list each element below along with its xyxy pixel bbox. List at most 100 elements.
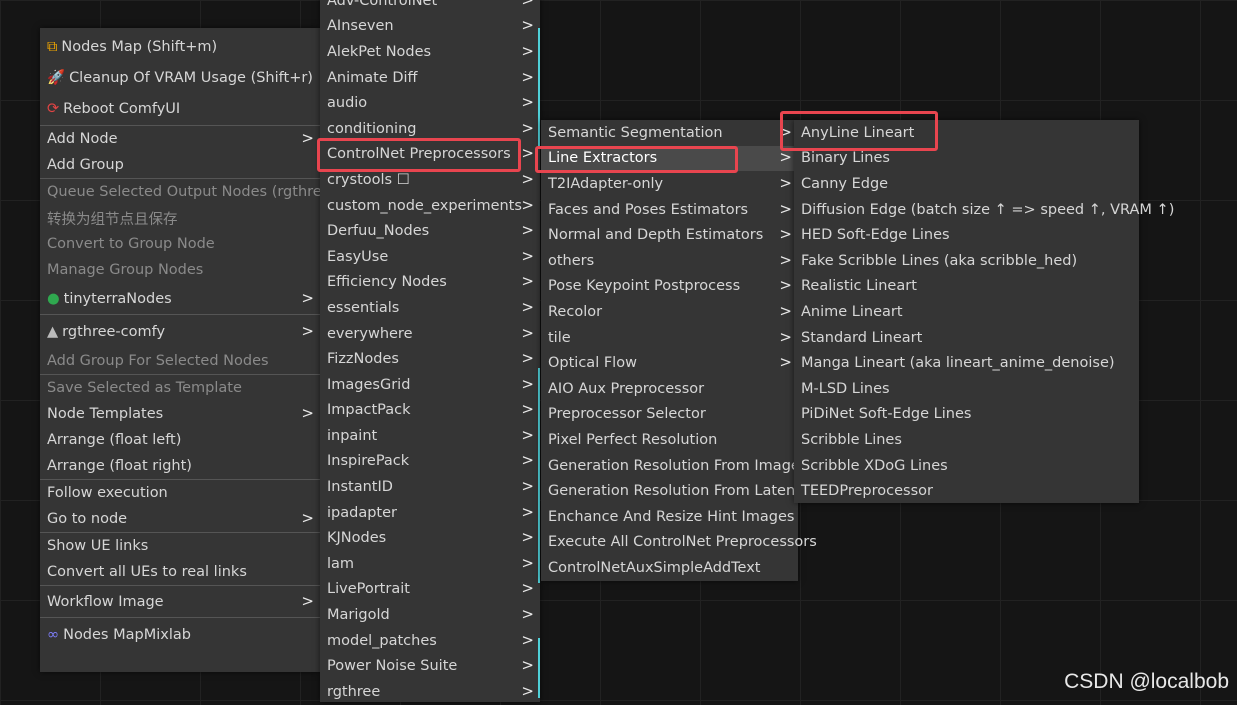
preprocessor-optical-flow[interactable]: Optical Flow >: [541, 350, 798, 376]
scroll-accent: [538, 368, 540, 498]
preprocessor-normal-and-depth-estimators[interactable]: Normal and Depth Estimators >: [541, 222, 798, 248]
chevron-right-icon: >: [779, 199, 792, 218]
line-extractor-hed-soft-edge-lines[interactable]: HED Soft-Edge Lines: [794, 222, 1139, 248]
menu-item-nodes-map-shift-m[interactable]: ⧉ Nodes Map (Shift+m): [40, 31, 320, 62]
category-fizznodes[interactable]: FizzNodes >: [320, 346, 540, 372]
preprocessor-others[interactable]: others >: [541, 248, 798, 274]
preprocessor-pixel-perfect-resolution[interactable]: Pixel Perfect Resolution: [541, 427, 798, 453]
menu-item-rgthree-comfy[interactable]: ▲ rgthree-comfy >: [40, 315, 320, 348]
preprocessor-semantic-segmentation[interactable]: Semantic Segmentation >: [541, 120, 798, 146]
preprocessor-tile[interactable]: tile >: [541, 325, 798, 351]
category-ainseven[interactable]: AInseven >: [320, 14, 540, 40]
category-conditioning[interactable]: conditioning >: [320, 116, 540, 142]
menu-item-arrange-float-left[interactable]: Arrange (float left): [40, 427, 320, 453]
preprocessor-generation-resolution-from-image[interactable]: Generation Resolution From Image: [541, 453, 800, 479]
category-lam[interactable]: lam >: [320, 551, 540, 577]
category-kjnodes[interactable]: KJNodes >: [320, 525, 540, 551]
line-extractor-fake-scribble-lines-aka-scribble-hed[interactable]: Fake Scribble Lines (aka scribble_hed): [794, 248, 1139, 274]
category-adv-controlnet[interactable]: Adv-ControlNet >: [320, 0, 540, 14]
category-marigold[interactable]: Marigold >: [320, 602, 540, 628]
preprocessor-line-extractors[interactable]: Line Extractors >: [541, 145, 798, 172]
category-essentials[interactable]: essentials >: [320, 295, 540, 321]
menu-item-add-group[interactable]: Add Group: [40, 152, 320, 178]
category-derfuu-nodes[interactable]: Derfuu_Nodes >: [320, 218, 540, 244]
preprocessor-generation-resolution-from-latent[interactable]: Generation Resolution From Latent: [541, 478, 801, 504]
line-extractor-diffusion-edge-batch-size-speed-vram[interactable]: Diffusion Edge (batch size ↑ => speed ↑,…: [794, 197, 1174, 223]
category-instantid[interactable]: InstantID >: [320, 474, 540, 500]
category-liveportrait[interactable]: LivePortrait >: [320, 577, 540, 603]
line-extractor-standard-lineart[interactable]: Standard Lineart: [794, 325, 1139, 351]
menu-item-add-group-for-selected-nodes-label: Add Group For Selected Nodes: [47, 353, 269, 369]
category-instantid-label: InstantID: [327, 479, 393, 496]
category-everywhere-label: everywhere: [327, 325, 413, 342]
category-marigold-label: Marigold: [327, 607, 390, 624]
menu-item-convert-all-ues-to-real-links[interactable]: Convert all UEs to real links: [40, 559, 320, 585]
menu-item-cleanup-of-vram-usage-shift-r[interactable]: 🚀 Cleanup Of VRAM Usage (Shift+r): [40, 62, 320, 93]
category-inpaint[interactable]: inpaint >: [320, 423, 540, 449]
line-extractor-binary-lines-label: Binary Lines: [801, 150, 890, 167]
preprocessor-recolor[interactable]: Recolor >: [541, 299, 798, 325]
line-extractor-diffusion-edge-batch-size-speed-vram-label: Diffusion Edge (batch size ↑ => speed ↑,…: [801, 201, 1175, 218]
chevron-right-icon: >: [779, 225, 792, 244]
category-custom-node-experiments[interactable]: custom_node_experiments >: [320, 193, 540, 219]
line-extractor-canny-edge[interactable]: Canny Edge: [794, 171, 1139, 197]
menu-item-node-templates[interactable]: Node Templates >: [40, 401, 320, 427]
line-extractor-teedpreprocessor[interactable]: TEEDPreprocessor: [794, 478, 1139, 504]
category-crystools-label: crystools ☐: [327, 171, 410, 188]
category-ipadapter[interactable]: ipadapter >: [320, 500, 540, 526]
category-efficiency-nodes[interactable]: Efficiency Nodes >: [320, 270, 540, 296]
category-controlnet-preprocessors[interactable]: ControlNet Preprocessors >: [320, 142, 540, 168]
chevron-right-icon: >: [779, 148, 792, 167]
line-extractor-manga-lineart-aka-lineart-anime-denoise-label: Manga Lineart (aka lineart_anime_denoise…: [801, 355, 1115, 372]
preprocessor-normal-and-depth-estimators-label: Normal and Depth Estimators: [548, 227, 764, 244]
category-ipadapter-label: ipadapter: [327, 504, 397, 521]
category-power-noise-suite[interactable]: Power Noise Suite >: [320, 653, 540, 679]
menu-item-queue-selected-output-nodes-rgthree: Queue Selected Output Nodes (rgthree): [40, 179, 336, 205]
line-extractor-pidinet-soft-edge-lines[interactable]: PiDiNet Soft-Edge Lines: [794, 402, 1139, 428]
menu-item-nodes-map[interactable]: ∞ Nodes Map Mixlab: [40, 618, 320, 651]
line-extractor-anime-lineart[interactable]: Anime Lineart: [794, 299, 1139, 325]
line-extractor-anyline-lineart[interactable]: AnyLine Lineart: [794, 120, 1139, 146]
category-alekpet-nodes[interactable]: AlekPet Nodes >: [320, 39, 540, 65]
category-audio[interactable]: audio >: [320, 90, 540, 116]
category-animate-diff[interactable]: Animate Diff >: [320, 65, 540, 91]
chevron-right-icon: >: [521, 93, 534, 112]
chevron-right-icon: >: [521, 425, 534, 444]
preprocessor-faces-and-poses-estimators[interactable]: Faces and Poses Estimators >: [541, 197, 798, 223]
chevron-right-icon: >: [521, 400, 534, 419]
line-extractor-binary-lines[interactable]: Binary Lines: [794, 146, 1139, 172]
chevron-right-icon: >: [521, 298, 534, 317]
preprocessor-execute-all-controlnet-preprocessors[interactable]: Execute All ControlNet Preprocessors: [541, 530, 817, 556]
category-imagesgrid[interactable]: ImagesGrid >: [320, 372, 540, 398]
line-extractor-scribble-lines[interactable]: Scribble Lines: [794, 427, 1139, 453]
preprocessor-preprocessor-selector[interactable]: Preprocessor Selector: [541, 402, 798, 428]
category-easyuse[interactable]: EasyUse >: [320, 244, 540, 270]
preprocessor-enchance-and-resize-hint-images[interactable]: Enchance And Resize Hint Images: [541, 504, 798, 530]
chevron-right-icon: >: [521, 477, 534, 496]
line-extractor-scribble-xdog-lines[interactable]: Scribble XDoG Lines: [794, 453, 1139, 479]
category-inspirepack[interactable]: InspirePack >: [320, 449, 540, 475]
line-extractor-realistic-lineart[interactable]: Realistic Lineart: [794, 274, 1139, 300]
menu-item-workflow-image[interactable]: Workflow Image >: [40, 586, 320, 617]
menu-item-tinyterranodes[interactable]: ● tinyterraNodes >: [40, 283, 320, 314]
menu-item-show-ue-links[interactable]: Show UE links: [40, 533, 320, 559]
preprocessor-aio-aux-preprocessor[interactable]: AIO Aux Preprocessor: [541, 376, 798, 402]
menu-item-reboot-comfyui[interactable]: ⟳ Reboot ComfyUI: [40, 93, 320, 125]
menu-item-go-to-node[interactable]: Go to node >: [40, 506, 320, 532]
category-everywhere[interactable]: everywhere >: [320, 321, 540, 347]
menu-item-add-group-for-selected-nodes: Add Group For Selected Nodes: [40, 348, 320, 374]
menu-item-node-templates-label: Node Templates: [47, 406, 164, 422]
category-model-patches[interactable]: model_patches >: [320, 628, 540, 654]
preprocessor-pose-keypoint-postprocess[interactable]: Pose Keypoint Postprocess >: [541, 274, 798, 300]
menu-item-follow-execution[interactable]: Follow execution: [40, 480, 320, 506]
category-crystools[interactable]: crystools ☐ >: [320, 167, 540, 193]
line-extractor-manga-lineart-aka-lineart-anime-denoise[interactable]: Manga Lineart (aka lineart_anime_denoise…: [794, 350, 1139, 376]
menu-item-arrange-float-right[interactable]: Arrange (float right): [40, 453, 320, 479]
line-extractor-m-lsd-lines[interactable]: M-LSD Lines: [794, 376, 1139, 402]
preprocessor-controlnetauxsimpleaddtext[interactable]: ControlNetAuxSimpleAddText: [541, 555, 798, 581]
preprocessor-t2iadapter-only[interactable]: T2IAdapter-only >: [541, 171, 798, 197]
chevron-right-icon: >: [779, 122, 792, 141]
category-rgthree[interactable]: rgthree >: [320, 679, 540, 705]
menu-item-add-node[interactable]: Add Node >: [40, 126, 320, 152]
category-impactpack[interactable]: ImpactPack >: [320, 398, 540, 424]
